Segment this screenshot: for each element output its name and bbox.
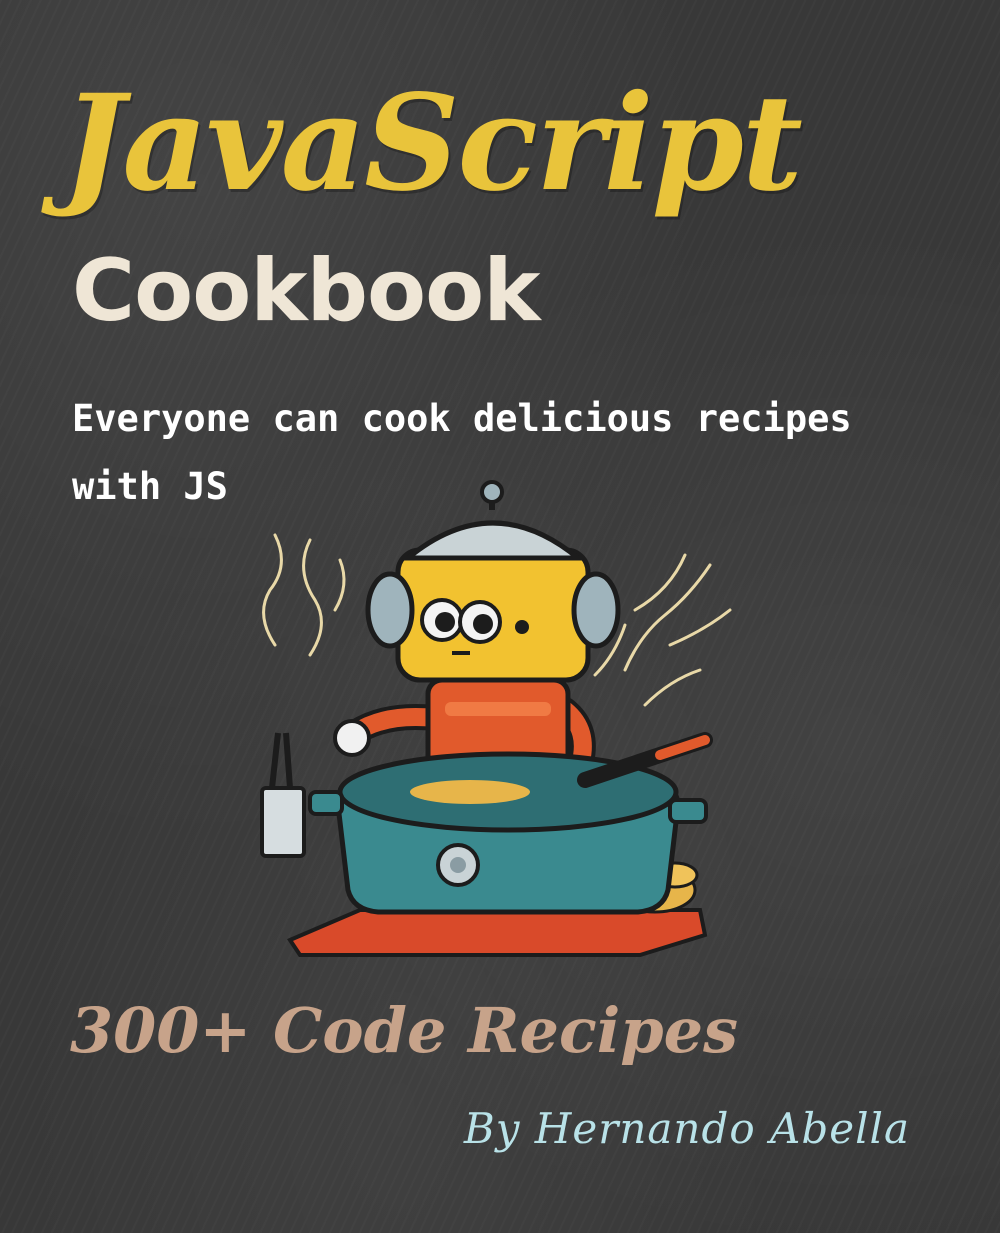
- book-cover: JavaScript Cookbook Everyone can cook de…: [0, 0, 1000, 1233]
- book-title: JavaScript: [62, 66, 803, 221]
- cooking-pot-icon: [308, 732, 713, 915]
- author-name: By Hernando Abella: [463, 1104, 910, 1153]
- robot-chef-illustration: [260, 480, 732, 957]
- utensil-cup-icon: [260, 732, 306, 858]
- book-subtitle: Cookbook: [72, 241, 540, 341]
- robot-icon: [333, 480, 621, 778]
- recipe-count-badge: 300+ Code Recipes: [70, 994, 739, 1067]
- cutting-board: [287, 908, 708, 957]
